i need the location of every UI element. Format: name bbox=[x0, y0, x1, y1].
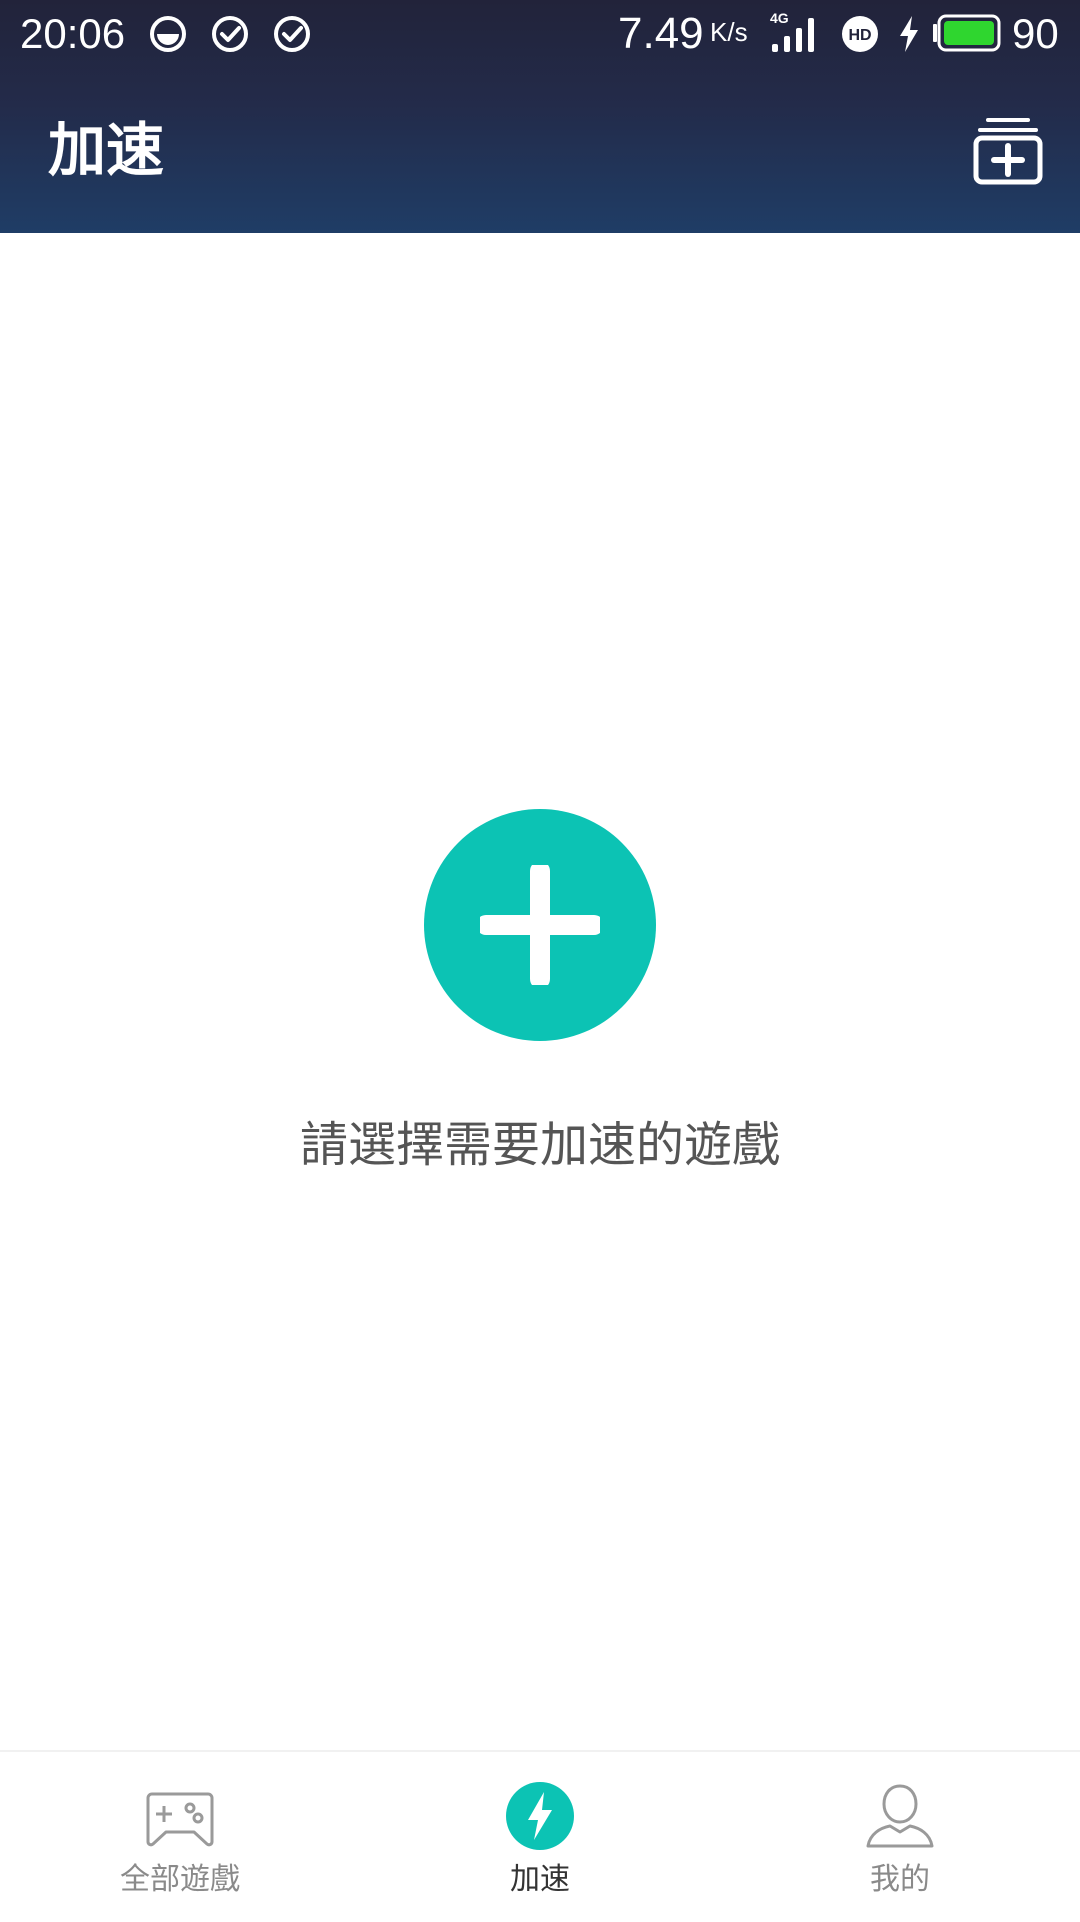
user-icon bbox=[864, 1780, 936, 1852]
gamepad-icon bbox=[144, 1780, 216, 1852]
network-speed: 7.49 bbox=[618, 9, 704, 58]
app-bar: 加速 bbox=[0, 70, 1080, 233]
notification-icon bbox=[148, 14, 188, 54]
header: 20:06 7.49 K/s 4G HD 90 加速 bbox=[0, 0, 1080, 233]
nav-item-boost[interactable]: 加速 bbox=[360, 1752, 720, 1922]
status-time: 20:06 bbox=[20, 10, 126, 57]
empty-state: 請選擇需要加速的遊戲 bbox=[0, 233, 1080, 1750]
nav-label-all-games: 全部遊戲 bbox=[120, 1862, 240, 1897]
plus-icon bbox=[480, 865, 600, 985]
empty-state-message: 請選擇需要加速的遊戲 bbox=[299, 1117, 780, 1173]
nav-item-all-games[interactable]: 全部遊戲 bbox=[0, 1752, 360, 1922]
page-title: 加速 bbox=[48, 116, 165, 184]
hd-label: HD bbox=[848, 27, 871, 44]
check-circle-icon bbox=[272, 14, 312, 54]
add-game-button[interactable] bbox=[424, 809, 656, 1041]
status-bar: 20:06 7.49 K/s 4G HD 90 bbox=[0, 0, 1080, 70]
charging-icon bbox=[898, 16, 920, 52]
add-game-icon[interactable] bbox=[972, 114, 1044, 186]
battery-icon bbox=[932, 14, 1002, 52]
nav-item-profile[interactable]: 我的 bbox=[720, 1752, 1080, 1922]
hd-icon: HD bbox=[840, 14, 880, 54]
lightning-icon bbox=[504, 1780, 576, 1852]
nav-label-boost: 加速 bbox=[510, 1862, 570, 1897]
bottom-nav: 全部遊戲 加速 我的 bbox=[0, 1750, 1080, 1922]
signal-icon: 4G bbox=[770, 10, 818, 54]
battery-level: 90 bbox=[1012, 10, 1059, 57]
network-type-label: 4G bbox=[770, 10, 789, 26]
check-circle-icon bbox=[210, 14, 250, 54]
nav-label-profile: 我的 bbox=[870, 1862, 930, 1897]
network-speed-unit: K/s bbox=[710, 17, 748, 47]
